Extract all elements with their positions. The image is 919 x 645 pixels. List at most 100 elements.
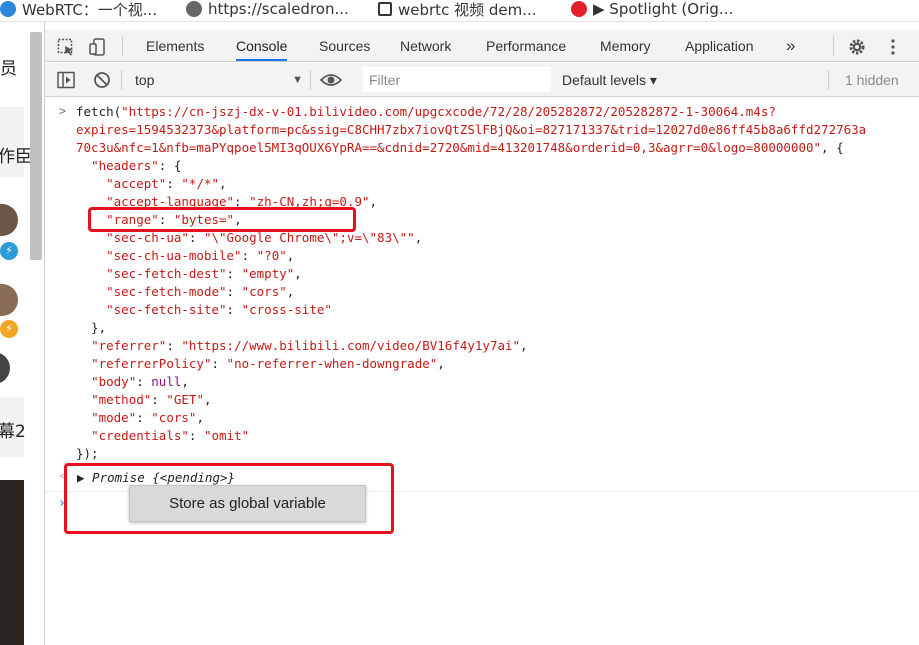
console-line: "mode": "cors",: [76, 409, 204, 427]
avatar[interactable]: [0, 352, 10, 384]
inspect-element-icon[interactable]: [57, 38, 75, 56]
code-token: "empty": [241, 266, 295, 281]
avatar[interactable]: [0, 284, 18, 316]
devtools-panel: Elements Console Sources Network Perform…: [45, 30, 919, 645]
globe-icon: [186, 1, 202, 17]
code-token: ,: [219, 176, 227, 191]
code-token: , {: [821, 140, 844, 155]
bookmark-spotlight[interactable]: ▶ Spotlight (Orig...: [571, 0, 733, 18]
code-token: "*/*": [181, 176, 220, 191]
console-output[interactable]: > fetch("https://cn-jszj-dx-v-01.bilivid…: [45, 98, 919, 645]
webrtc-icon: [0, 1, 16, 17]
code-token: :: [136, 410, 152, 425]
console-line: expires=1594532373&platform=pc&ssig=C8CH…: [76, 121, 866, 139]
code-token: "sec-ch-ua-mobile": [106, 248, 242, 263]
page-text: 员: [0, 59, 17, 79]
clear-console-icon[interactable]: [93, 71, 111, 89]
code-token: "\"Google Chrome\";v=\"83\"": [203, 230, 415, 245]
code-token: });: [76, 446, 99, 461]
code-token: fetch(: [76, 104, 122, 119]
bookmark-webrtc-demo[interactable]: webrtc 视频 dem...: [378, 0, 537, 19]
console-line: "credentials": "omit": [76, 427, 249, 445]
console-line: },: [76, 319, 106, 337]
tab-memory[interactable]: Memory: [600, 30, 651, 62]
code-token: ,: [294, 266, 302, 281]
eye-icon[interactable]: [320, 71, 342, 89]
code-token: ,: [520, 338, 528, 353]
code-token: "sec-ch-ua": [106, 230, 189, 245]
code-token: "sec-fetch-mode": [106, 284, 227, 299]
code-token: :: [241, 248, 257, 263]
separator: [828, 70, 829, 90]
code-token: "referrerPolicy": [91, 356, 212, 371]
code-token: :: [226, 266, 242, 281]
code-token: "GET": [166, 392, 204, 407]
context-menu-highlight-box: [64, 463, 394, 534]
netease-music-icon: [571, 1, 587, 17]
sidebar-toggle-icon[interactable]: [57, 71, 75, 89]
context-value: top: [135, 72, 155, 88]
dropdown-arrow-icon: ▼: [292, 74, 303, 86]
tab-console[interactable]: Console: [236, 30, 288, 61]
filter-input[interactable]: [363, 67, 551, 92]
pen-logo-icon: [378, 2, 392, 16]
code-token: "method": [91, 392, 152, 407]
device-toolbar-icon[interactable]: [89, 38, 107, 56]
code-token: :: [188, 230, 204, 245]
separator: [310, 70, 311, 90]
code-token: "referrer": [91, 338, 167, 353]
bookmark-scaledrone[interactable]: https://scaledron...: [186, 0, 349, 18]
range-highlight-box: [88, 207, 356, 232]
separator: [121, 70, 122, 90]
default-levels-dropdown[interactable]: Default levels ▾: [562, 68, 657, 92]
console-line: "referrerPolicy": "no-referrer-when-down…: [76, 355, 445, 373]
code-token: ,: [203, 392, 212, 407]
page-scrollbar[interactable]: [30, 32, 42, 260]
lightning-badge-icon: ⚡: [0, 242, 18, 260]
more-options-icon[interactable]: [884, 38, 902, 56]
code-token: "?0": [256, 248, 287, 263]
context-selector[interactable]: top ▼: [131, 68, 303, 92]
console-line: "method": "GET",: [76, 391, 212, 409]
bookmark-webrtc[interactable]: WebRTC：一个视...: [0, 0, 158, 19]
console-line: "sec-fetch-dest": "empty",: [76, 265, 302, 283]
code-token: ,: [286, 284, 295, 299]
code-token: "accept": [106, 176, 167, 191]
tab-elements[interactable]: Elements: [146, 30, 204, 62]
code-token: ,: [181, 374, 189, 389]
video-thumbnail[interactable]: [0, 480, 24, 645]
code-token: :: [211, 356, 227, 371]
bookmarks-bar: WebRTC：一个视... https://scaledron... webrt…: [0, 0, 919, 22]
code-token: null: [151, 374, 182, 389]
code-token: "cross-site": [241, 302, 332, 317]
hidden-count: 1 hidden: [845, 72, 899, 88]
avatar[interactable]: [0, 204, 18, 236]
bookmark-label: WebRTC：一个视...: [22, 0, 158, 19]
code-token: "headers": [91, 158, 159, 173]
gear-icon[interactable]: [848, 38, 866, 56]
code-token: :: [151, 392, 167, 407]
more-tabs-button[interactable]: »: [786, 30, 795, 62]
lightning-badge-icon: ⚡: [0, 320, 18, 338]
tab-sources[interactable]: Sources: [319, 30, 370, 62]
tab-network[interactable]: Network: [400, 30, 451, 62]
code-token: "mode": [91, 410, 137, 425]
code-token: "credentials": [91, 428, 189, 443]
code-token: :: [226, 284, 242, 299]
console-line: "sec-fetch-site": "cross-site": [76, 301, 332, 319]
page-text: 作臣: [0, 147, 32, 167]
tab-application[interactable]: Application: [685, 30, 754, 62]
console-line: fetch("https://cn-jszj-dx-v-01.bilivideo…: [76, 103, 776, 121]
code-token: "https://www.bilibili.com/video/BV16f4y1…: [181, 338, 521, 353]
tab-performance[interactable]: Performance: [486, 30, 566, 62]
